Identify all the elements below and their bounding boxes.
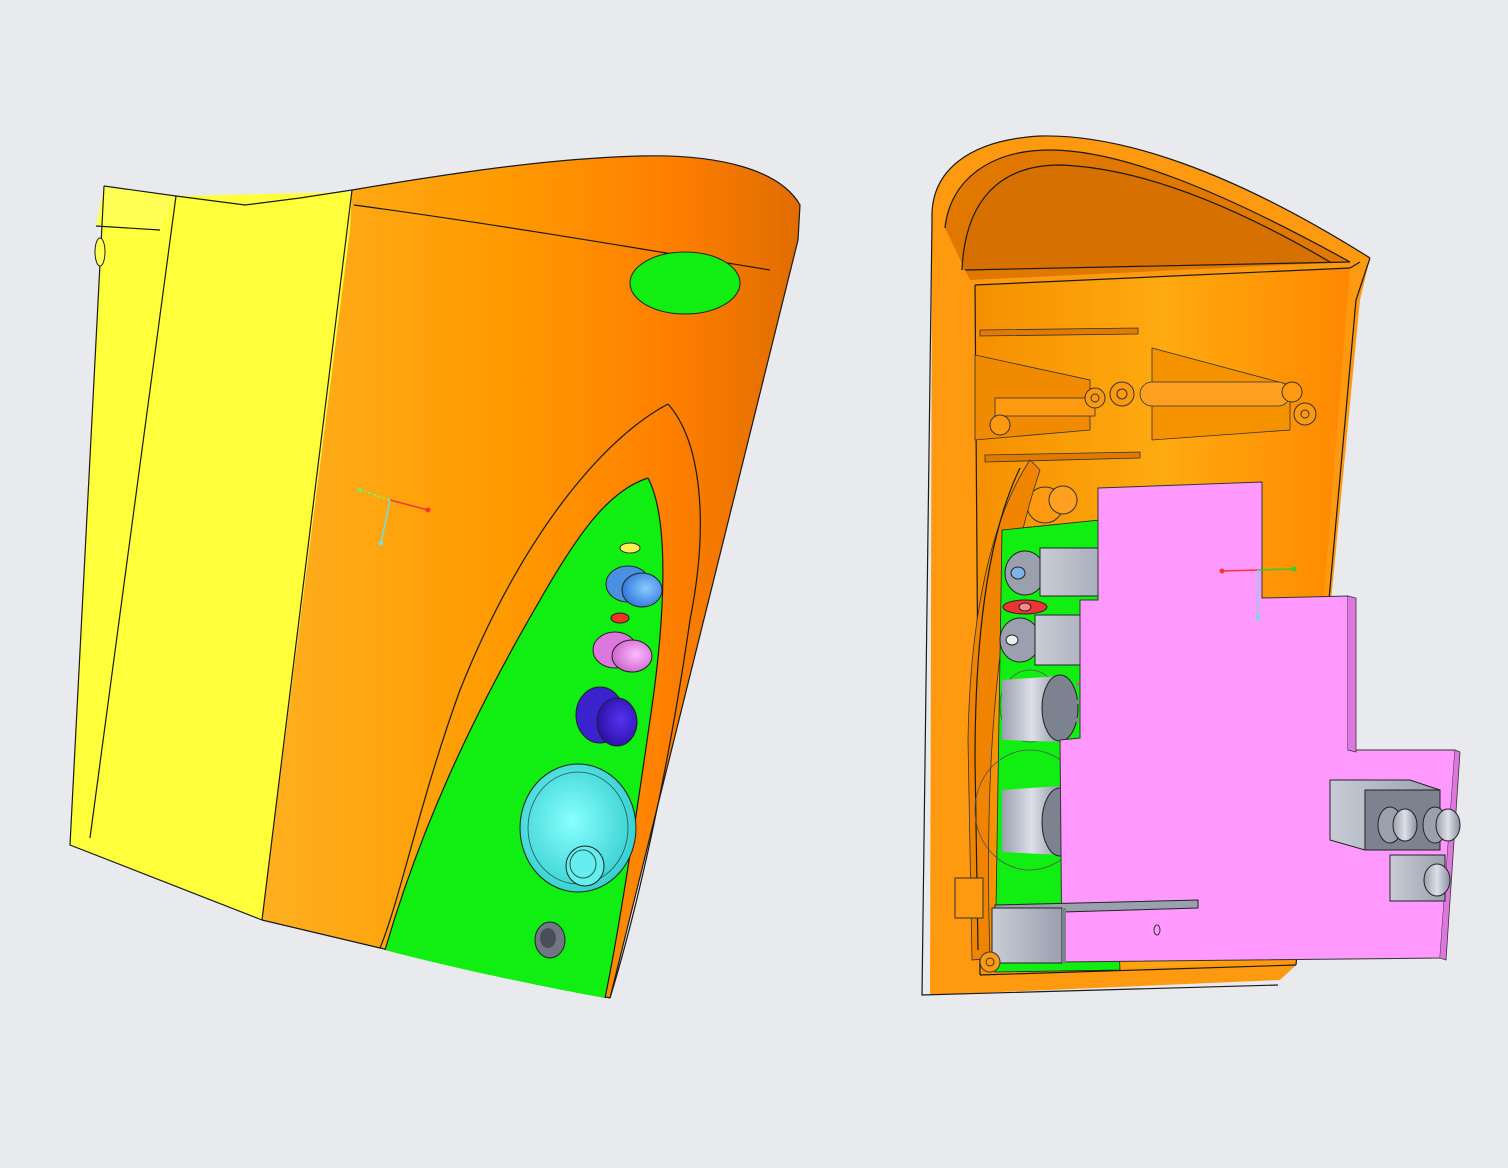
3d-viewport[interactable] (0, 0, 1508, 1168)
power-jack[interactable] (1389, 854, 1451, 902)
red-led-holder (1002, 599, 1048, 615)
output-jack-block[interactable] (1329, 779, 1461, 851)
enclosure-open-interior[interactable] (0, 0, 1508, 1168)
gray-pot-upper[interactable] (999, 669, 1082, 743)
